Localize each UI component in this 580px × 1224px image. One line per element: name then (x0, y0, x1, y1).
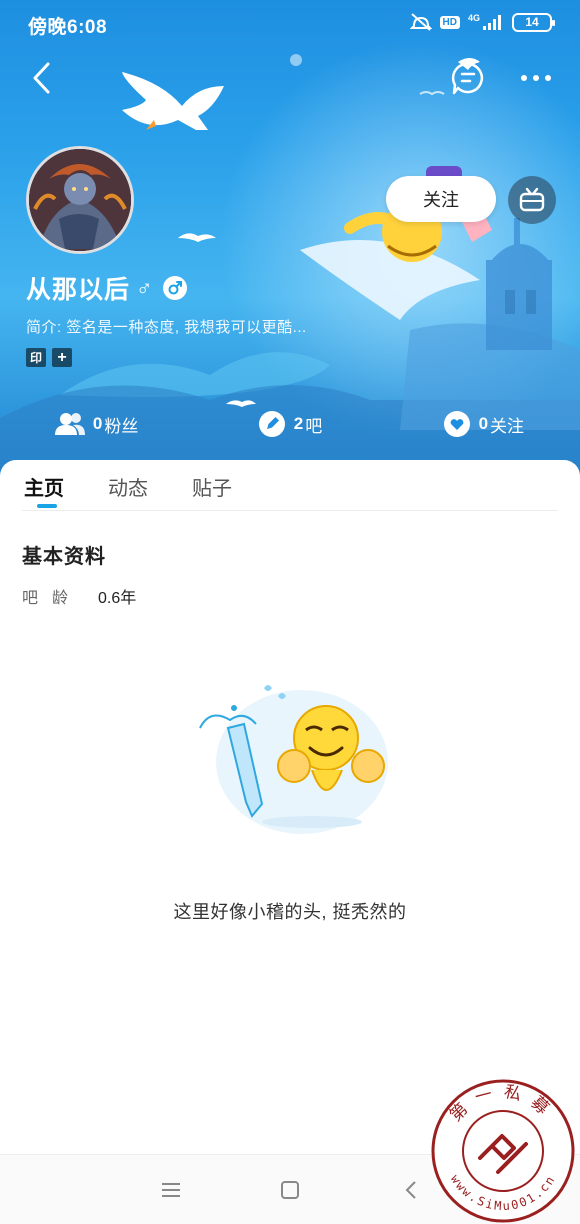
tv-button[interactable] (508, 176, 556, 224)
network-label: 4G (467, 13, 480, 23)
home-button[interactable] (277, 1177, 303, 1203)
empty-state-text: 这里好像小稽的头, 挺秃然的 (173, 902, 407, 922)
battery-indicator: 14 (512, 12, 555, 32)
basic-info-title: 基本资料 (22, 546, 106, 568)
male-icon (168, 281, 182, 295)
users-icon (54, 413, 85, 435)
empty-state-illustration (199, 685, 388, 834)
message-button[interactable] (448, 58, 488, 98)
avatar-image (29, 149, 131, 251)
stat-following-label: 关注 (490, 416, 525, 436)
info-value: 0.6年 (98, 590, 137, 607)
gender-badge (162, 276, 187, 300)
stat-fans[interactable]: 0 粉丝 (0, 404, 193, 444)
menu-icon (162, 1183, 180, 1197)
pencil-icon (258, 411, 285, 437)
chevron-left-icon (33, 62, 50, 94)
alarm-muted-icon (409, 13, 432, 31)
follow-button[interactable]: 关注 (386, 176, 496, 222)
heart-icon (443, 411, 470, 437)
tab-bar: 主页 动态 贴子 (0, 460, 580, 511)
hd-badge: HD (439, 15, 460, 29)
tab-posts[interactable]: 贴子 (192, 472, 232, 501)
tag-list: 印 + (26, 348, 72, 367)
stat-bars[interactable]: 2 吧 (193, 404, 386, 444)
watermark-seal: 第一私募 www.SiMu001.cn (431, 1079, 575, 1223)
username: 从那以后 (26, 276, 131, 304)
chat-bubble-icon (451, 62, 484, 95)
stats-bar: 0 粉丝 2 吧 0 关注 (0, 404, 580, 444)
menu-button[interactable] (158, 1177, 184, 1203)
status-icons: HD 4G 14 (409, 12, 555, 32)
battery-level: 14 (525, 15, 539, 29)
tag-item: 印 (26, 348, 46, 367)
bio: 简介: 签名是一种态度, 我想我可以更酷... (26, 319, 307, 336)
stat-following[interactable]: 0 关注 (387, 404, 580, 444)
stat-fans-value: 0 (92, 414, 103, 433)
stat-bars-label: 吧 (305, 416, 323, 436)
system-back-button[interactable] (398, 1177, 424, 1203)
more-dots-icon (521, 75, 551, 81)
status-time: 傍晚6:08 (28, 17, 108, 38)
info-row-bar-age: 吧龄 0.6年 (22, 584, 136, 608)
stat-fans-label: 粉丝 (104, 416, 139, 436)
tab-activity[interactable]: 动态 (108, 472, 148, 501)
triangle-back-icon (405, 1181, 416, 1199)
info-label: 吧龄 (22, 590, 83, 607)
gender-symbol: ♂ (136, 275, 153, 300)
tv-icon (519, 187, 545, 212)
signal-icon (483, 15, 501, 30)
more-button[interactable] (516, 60, 556, 96)
add-tag-button[interactable]: + (52, 348, 72, 367)
profile-content-card: 主页 动态 贴子 基本资料 吧龄 0.6年 这里好像小稽的头, 挺秃然的 (0, 460, 580, 1160)
back-button[interactable] (26, 58, 60, 98)
square-home-icon (281, 1181, 299, 1199)
username-row: 从那以后 ♂ (26, 270, 187, 306)
tab-home[interactable]: 主页 (24, 472, 64, 501)
stat-bars-value: 2 (293, 414, 304, 433)
tab-indicator (37, 504, 57, 508)
stat-following-value: 0 (478, 414, 489, 433)
status-bar: 傍晚6:08 HD 4G 14 (0, 0, 580, 48)
avatar[interactable] (26, 146, 134, 254)
tab-divider (22, 510, 558, 511)
